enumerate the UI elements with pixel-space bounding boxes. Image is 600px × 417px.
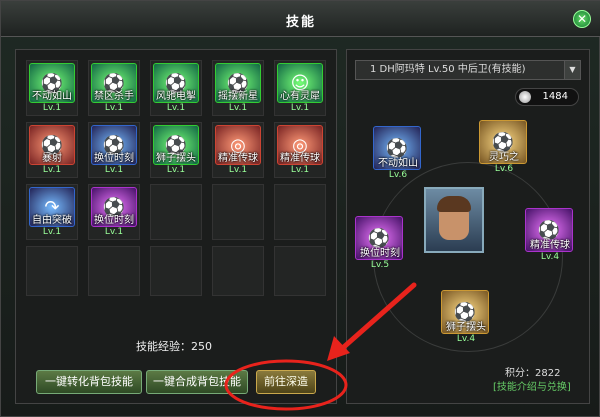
skill-slot[interactable]: ☺ 心有灵犀 Lv.1 (274, 60, 326, 116)
empty-skill-slot[interactable] (88, 246, 140, 296)
skill-name: 禁区杀手 (94, 91, 134, 102)
equipped-skill[interactable]: ⚽ 精准传球 Lv.4 (525, 208, 575, 274)
combine-skills-button[interactable]: 一键合成背包技能 (146, 370, 248, 394)
skill-slot[interactable]: ↷ 自由突破 Lv.1 (26, 184, 78, 240)
empty-skill-slot[interactable] (212, 184, 264, 240)
skill-grid: ⚽ 不动如山 Lv.1 ⚽ 禁区杀手 Lv.1 ⚽ 风驰电掣 Lv.1 ⚽ 摇摆… (26, 60, 326, 296)
skill-slot[interactable]: ⚽ 换位时刻 Lv.1 (88, 122, 140, 178)
skills-window: 技能 ✕ ⚽ 不动如山 Lv.1 ⚽ 禁区杀手 Lv.1 ⚽ 风驰电掣 Lv.1… (0, 0, 600, 417)
skill-level: Lv.1 (42, 103, 62, 113)
skill-inventory-panel: ⚽ 不动如山 Lv.1 ⚽ 禁区杀手 Lv.1 ⚽ 风驰电掣 Lv.1 ⚽ 摇摆… (15, 49, 337, 404)
title-bar: 技能 ✕ (1, 1, 600, 37)
skill-name: 暴射 (42, 153, 62, 164)
skill-slot[interactable]: ⚽ 禁区杀手 Lv.1 (88, 60, 140, 116)
equipped-skill[interactable]: ⚽ 狮子摆头 Lv.4 (441, 290, 491, 356)
skill-level: Lv.1 (104, 103, 124, 113)
skill-level: Lv.5 (370, 260, 390, 270)
skill-level: Lv.1 (228, 103, 248, 113)
coin-amount: 1484 (542, 91, 568, 102)
empty-skill-slot[interactable] (150, 184, 202, 240)
skill-level: Lv.1 (228, 165, 248, 175)
skill-slot[interactable]: ◎ 精准传球 Lv.1 (212, 122, 264, 178)
player-portrait[interactable] (424, 187, 484, 253)
skill-level: Lv.1 (104, 227, 124, 237)
skill-slot[interactable]: ⚽ 暴射 Lv.1 (26, 122, 78, 178)
skill-name: 心有灵犀 (280, 91, 320, 102)
skill-name: 狮子摆头 (156, 153, 196, 164)
empty-skill-slot[interactable] (26, 246, 78, 296)
empty-skill-slot[interactable] (274, 184, 326, 240)
skill-name: 风驰电掣 (156, 91, 196, 102)
score-label: 积分：2822 (505, 368, 561, 379)
convert-skills-button[interactable]: 一键转化背包技能 (36, 370, 142, 394)
skill-name: 精准传球 (218, 153, 258, 164)
empty-skill-slot[interactable] (212, 246, 264, 296)
skill-level: Lv.6 (494, 164, 514, 174)
skill-name: 精准传球 (280, 153, 320, 164)
skill-name: 狮子摆头 (446, 322, 486, 333)
skill-name: 换位时刻 (360, 248, 400, 259)
skill-slot[interactable]: ⚽ 不动如山 Lv.1 (26, 60, 78, 116)
skill-level: Lv.1 (166, 165, 186, 175)
player-dropdown-value: 1 DH阿玛特 Lv.50 中后卫(有技能) (370, 64, 526, 75)
empty-skill-slot[interactable] (274, 246, 326, 296)
skill-slot[interactable]: ◎ 精准传球 Lv.1 (274, 122, 326, 178)
skill-level: Lv.6 (388, 170, 408, 180)
skill-experience: 技能经验：250 (136, 340, 212, 353)
skill-help-link[interactable]: [技能介绍与兑换] (493, 378, 571, 393)
window-title: 技能 (285, 15, 316, 30)
skill-slot[interactable]: ⚽ 摇摆新星 Lv.1 (212, 60, 264, 116)
skill-name: 灵巧之 (489, 152, 519, 163)
skill-slot[interactable]: ⚽ 狮子摆头 Lv.1 (150, 122, 202, 178)
skill-level: Lv.1 (104, 165, 124, 175)
skill-level: Lv.1 (290, 165, 310, 175)
equipped-skill[interactable]: ⚽ 灵巧之 Lv.6 (479, 120, 529, 186)
skill-level: Lv.1 (42, 227, 62, 237)
skill-level: Lv.4 (540, 252, 560, 262)
player-skills-panel: 1 DH阿玛特 Lv.50 中后卫(有技能) ▼ 1484 ⚽ 不动如山 Lv.… (346, 49, 590, 404)
skill-name: 换位时刻 (94, 215, 134, 226)
skill-name: 不动如山 (378, 158, 418, 169)
skill-level: Lv.1 (290, 103, 310, 113)
skill-name: 精准传球 (530, 240, 570, 251)
skill-slot[interactable]: ⚽ 风驰电掣 Lv.1 (150, 60, 202, 116)
equipped-skill[interactable]: ⚽ 不动如山 Lv.6 (373, 126, 423, 192)
coin-balance: 1484 (515, 88, 579, 106)
empty-skill-slot[interactable] (150, 246, 202, 296)
skill-level: Lv.4 (456, 334, 476, 344)
player-dropdown[interactable]: 1 DH阿玛特 Lv.50 中后卫(有技能) ▼ (355, 60, 581, 80)
player-face-icon (437, 196, 471, 240)
skill-slot[interactable]: ⚽ 换位时刻 Lv.1 (88, 184, 140, 240)
football-icon (519, 91, 531, 103)
skill-level: Lv.1 (42, 165, 62, 175)
skill-name: 换位时刻 (94, 153, 134, 164)
skill-name: 自由突破 (32, 215, 72, 226)
equipped-skill[interactable]: ⚽ 换位时刻 Lv.5 (355, 216, 405, 282)
close-icon[interactable]: ✕ (573, 10, 591, 28)
chevron-down-icon[interactable]: ▼ (564, 61, 580, 79)
skill-level: Lv.1 (166, 103, 186, 113)
skill-name: 不动如山 (32, 91, 72, 102)
training-button[interactable]: 前往深造 (256, 370, 316, 394)
skill-name: 摇摆新星 (218, 91, 258, 102)
